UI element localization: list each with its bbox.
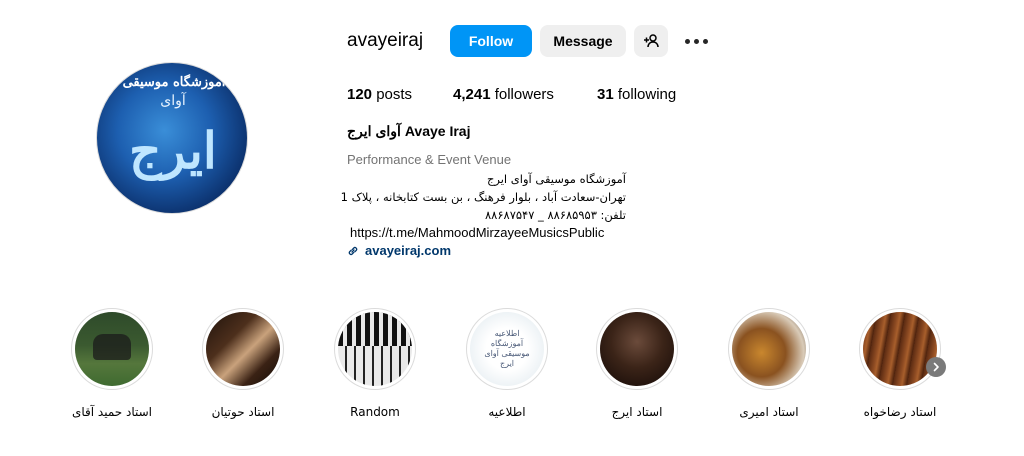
highlight-item[interactable]: اطلاعیه آموزشگاه موسیقی آوای ایرج اطلاعی… bbox=[462, 308, 552, 419]
highlight-cover-piano-hands bbox=[206, 312, 280, 386]
website-link[interactable]: avayeiraj.com bbox=[347, 243, 451, 258]
more-options-button[interactable] bbox=[680, 28, 712, 54]
avatar-text-big: ایرج bbox=[129, 121, 217, 180]
highlight-cover-santur bbox=[863, 312, 937, 386]
follow-button[interactable]: Follow bbox=[450, 25, 532, 57]
posts-count: 120 posts bbox=[347, 86, 413, 103]
link-icon bbox=[348, 246, 358, 255]
highlight-item[interactable]: استاد حمید آقای bbox=[67, 308, 157, 419]
highlight-cover-keyboard bbox=[338, 312, 412, 386]
highlight-cover-tar bbox=[732, 312, 806, 386]
highlight-item[interactable]: استاد امیری bbox=[724, 308, 814, 419]
highlight-item[interactable]: Random bbox=[330, 308, 420, 419]
highlight-label: استاد حمید آقای bbox=[71, 405, 153, 419]
highlight-cover-performers bbox=[75, 312, 149, 386]
highlight-label: اطلاعیه bbox=[488, 405, 526, 419]
chevron-right-icon bbox=[933, 362, 939, 372]
highlight-label: استاد ایرج bbox=[611, 405, 663, 419]
bio-telegram-url: https://t.me/MahmoodMirzayeeMusicsPublic bbox=[350, 225, 605, 240]
suggest-users-button[interactable] bbox=[634, 25, 668, 57]
username: avayeiraj bbox=[347, 30, 424, 51]
highlights-next-button[interactable] bbox=[926, 357, 946, 377]
add-user-icon bbox=[644, 34, 659, 48]
bio-line: تهران-سعادت آباد ، بلوار فرهنگ ، بن بست … bbox=[340, 190, 626, 204]
more-dots-icon bbox=[684, 38, 690, 44]
highlight-label: استاد رضاخواه bbox=[863, 405, 937, 419]
website-text: avayeiraj.com bbox=[365, 243, 452, 258]
highlight-label: استاد امیری bbox=[739, 405, 799, 419]
full-name: آوای ایرج Avaye Iraj bbox=[347, 123, 471, 139]
highlight-label: Random bbox=[350, 405, 400, 419]
avatar-text-middle: آوای bbox=[160, 93, 186, 109]
avatar-text-top: آموزشگاه موسیقی bbox=[122, 75, 226, 90]
profile-avatar[interactable]: آموزشگاه موسیقی آوای ایرج bbox=[96, 62, 248, 214]
highlight-item[interactable]: استاد حوتیان bbox=[198, 308, 288, 419]
bio-line: آموزشگاه موسیقی آوای ایرج bbox=[486, 172, 626, 186]
highlight-label: استاد حوتیان bbox=[211, 405, 275, 419]
followers-link[interactable]: 4,241 followers bbox=[453, 86, 554, 103]
highlight-cover-text: اطلاعیه آموزشگاه موسیقی آوای ایرج bbox=[484, 329, 530, 368]
bio-line: تلفن: ۸۸۶۸۵۹۵۳ _ ۸۸۶۸۷۵۴۷ bbox=[484, 208, 626, 222]
highlight-item[interactable]: استاد ایرج bbox=[592, 308, 682, 419]
following-link[interactable]: 31 following bbox=[597, 86, 676, 103]
highlight-cover-announcement: اطلاعیه آموزشگاه موسیقی آوای ایرج bbox=[470, 312, 544, 386]
highlight-cover-portrait bbox=[600, 312, 674, 386]
message-button[interactable]: Message bbox=[540, 25, 626, 57]
profile-category: Performance & Event Venue bbox=[347, 152, 512, 167]
